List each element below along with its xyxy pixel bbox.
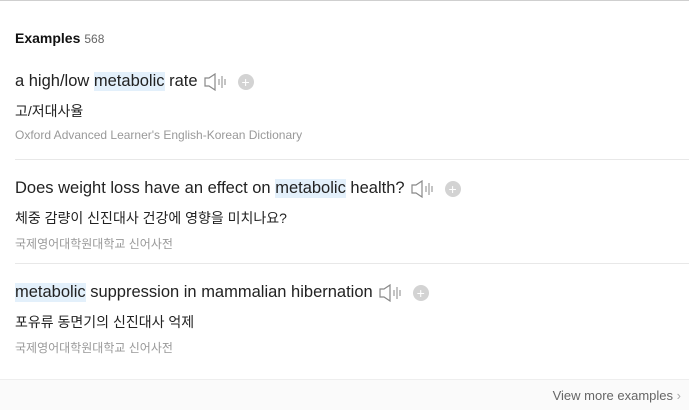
sentence-before: Does weight loss have an effect on [15,179,276,197]
example-item: metabolic suppression in mammalian hiber… [15,263,689,368]
plus-circle-icon[interactable]: + [444,180,461,197]
example-translation: 포유류 동면기의 신진대사 억제 [15,314,195,330]
sentence-before: a high/low [15,72,94,90]
sentence-after: rate [164,72,198,90]
example-item: a high/low metabolic rate + 고/저대사율 Oxfor… [15,55,689,159]
speaker-icon[interactable] [410,179,435,198]
examples-count: 568 [84,32,105,46]
example-item: Does weight loss have an effect on metab… [15,159,689,264]
example-source: 국제영어대학원대학교 신어사전 [15,341,173,355]
example-translation: 체중 감량이 신진대사 건강에 영향을 미치나요? [15,210,287,226]
example-translation: 고/저대사율 [15,103,84,119]
section-title: Examples [15,30,81,46]
chevron-right-icon: › [676,388,681,403]
example-sentence: metabolic suppression in mammalian hiber… [15,283,429,302]
example-source: Oxford Advanced Learner's English-Korean… [15,128,303,142]
sentence-after: suppression in mammalian hibernation [85,283,373,301]
view-more-examples-link[interactable]: View more examples › [553,388,681,403]
highlighted-term: metabolic [93,72,165,91]
highlighted-term: metabolic [275,179,346,198]
examples-header: Examples 568 [15,30,104,46]
speaker-icon[interactable] [203,72,228,91]
example-sentence: a high/low metabolic rate + [15,72,254,91]
speaker-icon[interactable] [379,283,403,302]
highlighted-term: metabolic [15,283,86,302]
sentence-after: health? [345,179,405,197]
top-divider [0,0,689,1]
example-sentence: Does weight loss have an effect on metab… [15,179,461,198]
view-more-label: View more examples [552,388,674,403]
footer: View more examples › [0,379,689,410]
plus-circle-icon[interactable]: + [412,284,429,301]
plus-circle-icon[interactable]: + [237,73,254,90]
example-source: 국제영어대학원대학교 신어사전 [15,237,173,251]
